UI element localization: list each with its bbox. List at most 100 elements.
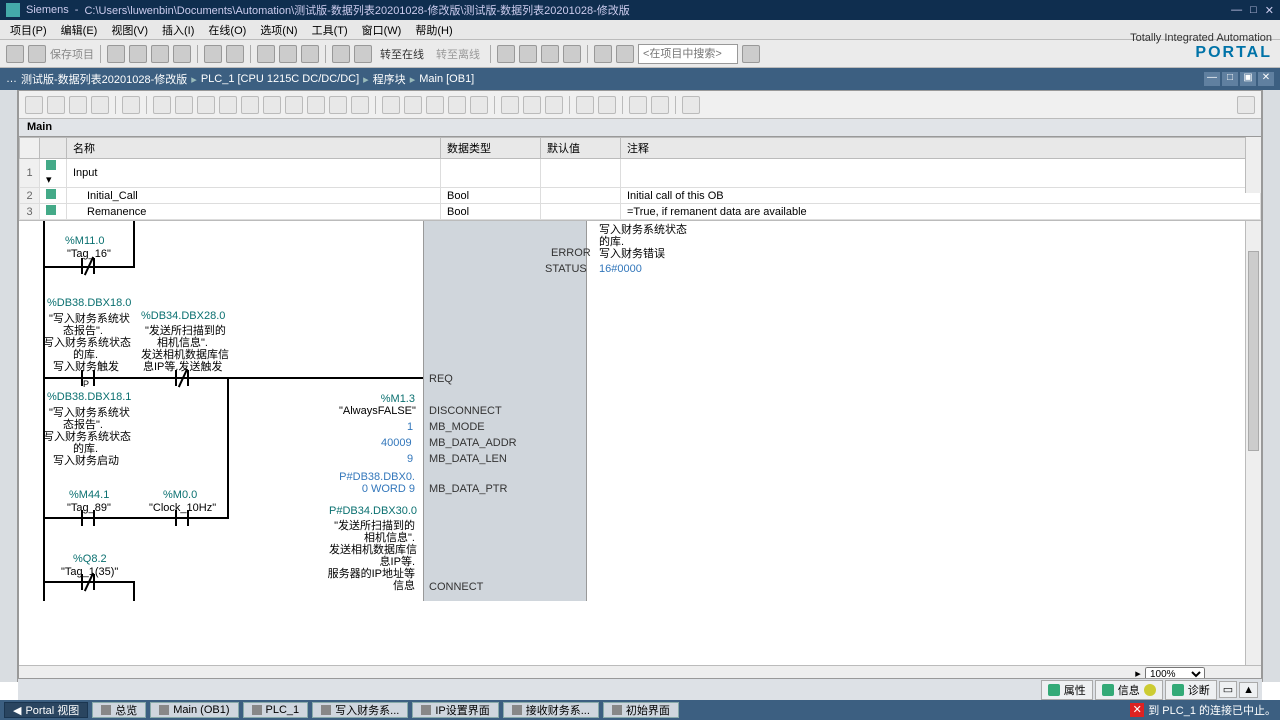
et-icon[interactable] <box>91 96 109 114</box>
delete-icon[interactable] <box>173 45 191 63</box>
menu-edit[interactable]: 编辑(E) <box>55 20 104 40</box>
table-row[interactable]: 3 Remanence Bool =True, if remanent data… <box>20 204 1261 220</box>
et-icon[interactable] <box>426 96 444 114</box>
menu-view[interactable]: 视图(V) <box>105 20 154 40</box>
portal-view-button[interactable]: ◀ Portal 视图 <box>4 702 88 718</box>
et-icon[interactable] <box>175 96 193 114</box>
task-overview[interactable]: 总览 <box>92 702 146 718</box>
col-comment[interactable]: 注释 <box>621 138 1261 159</box>
project-search-input[interactable] <box>638 44 738 64</box>
nc-contact[interactable] <box>175 370 189 386</box>
inspector-collapse-button[interactable]: ▭ <box>1219 681 1237 698</box>
et-icon[interactable] <box>448 96 466 114</box>
upload-icon[interactable] <box>301 45 319 63</box>
undo-icon[interactable] <box>204 45 222 63</box>
et-icon[interactable] <box>285 96 303 114</box>
et-icon[interactable] <box>576 96 594 114</box>
go-offline-button[interactable]: 转至离线 <box>432 46 484 62</box>
min-button[interactable]: — <box>1231 4 1242 17</box>
col-name[interactable]: 名称 <box>67 138 441 159</box>
paste-icon[interactable] <box>151 45 169 63</box>
nc-contact[interactable] <box>81 258 95 274</box>
editor-max-button[interactable]: ▣ <box>1240 72 1256 86</box>
et-expand-icon[interactable] <box>1237 96 1255 114</box>
crumb-plc[interactable]: PLC_1 [CPU 1215C DC/DC/DC] <box>201 73 359 85</box>
task-plc1[interactable]: PLC_1 <box>243 702 309 718</box>
new-project-icon[interactable] <box>6 45 24 63</box>
nc-contact[interactable] <box>81 574 95 590</box>
go-online-button[interactable]: 转至在线 <box>376 46 428 62</box>
editor-close-button[interactable]: ✕ <box>1258 72 1274 86</box>
editor-vscroll[interactable] <box>1245 221 1261 665</box>
open-project-icon[interactable] <box>28 45 46 63</box>
task-item[interactable]: IP设置界面 <box>412 702 498 718</box>
tb-cancel-icon[interactable] <box>563 45 581 63</box>
no-contact[interactable] <box>81 510 95 526</box>
no-contact[interactable] <box>175 510 189 526</box>
menu-options[interactable]: 选项(N) <box>254 20 303 40</box>
close-button[interactable]: ✕ <box>1265 4 1274 17</box>
et-icon[interactable] <box>219 96 237 114</box>
et-icon[interactable] <box>598 96 616 114</box>
et-icon[interactable] <box>523 96 541 114</box>
crumb-main[interactable]: Main [OB1] <box>419 73 474 85</box>
et-icon[interactable] <box>263 96 281 114</box>
tab-diagnostics[interactable]: 诊断 <box>1165 680 1217 700</box>
et-icon[interactable] <box>501 96 519 114</box>
et-icon[interactable] <box>470 96 488 114</box>
compile-icon[interactable] <box>257 45 275 63</box>
crumb-blocks[interactable]: 程序块 <box>373 71 406 87</box>
task-item[interactable]: 写入财务系... <box>312 702 408 718</box>
copy-icon[interactable] <box>129 45 147 63</box>
cut-icon[interactable] <box>107 45 125 63</box>
table-row[interactable]: 1▾ Input <box>20 159 1261 188</box>
menu-window[interactable]: 窗口(W) <box>356 20 408 40</box>
start-icon[interactable] <box>354 45 372 63</box>
task-item[interactable]: 接收财务系... <box>503 702 599 718</box>
col-default[interactable]: 默认值 <box>541 138 621 159</box>
save-project-button[interactable]: 保存项目 <box>50 46 94 62</box>
tb-icon-4[interactable] <box>594 45 612 63</box>
et-icon[interactable] <box>25 96 43 114</box>
search-go-icon[interactable] <box>742 45 760 63</box>
task-main-ob1[interactable]: Main (OB1) <box>150 702 238 718</box>
tb-icon-2[interactable] <box>519 45 537 63</box>
network-canvas[interactable]: %M11.0 "Tag_16" %DB38.DBX18.0 "写入财务系统状 态… <box>19 221 1245 665</box>
tab-properties[interactable]: 属性 <box>1041 680 1093 700</box>
redo-icon[interactable] <box>226 45 244 63</box>
et-icon[interactable] <box>545 96 563 114</box>
et-icon[interactable] <box>69 96 87 114</box>
tb-icon-5[interactable] <box>616 45 634 63</box>
menu-help[interactable]: 帮助(H) <box>409 20 458 40</box>
crumb-project[interactable]: 测试版-数据列表20201028-修改版 <box>21 71 187 87</box>
interface-vscroll[interactable] <box>1245 137 1261 193</box>
et-icon[interactable] <box>382 96 400 114</box>
et-icon[interactable] <box>153 96 171 114</box>
tab-info[interactable]: 信息 <box>1095 680 1163 700</box>
editor-min-button[interactable]: — <box>1204 72 1220 86</box>
tb-icon-1[interactable] <box>497 45 515 63</box>
max-button[interactable]: □ <box>1250 4 1257 17</box>
start-sim-icon[interactable] <box>332 45 350 63</box>
left-collapsed-panel[interactable] <box>0 90 18 682</box>
menu-tools[interactable]: 工具(T) <box>306 20 354 40</box>
tb-icon-3[interactable] <box>541 45 559 63</box>
download-icon[interactable] <box>279 45 297 63</box>
et-icon[interactable] <box>404 96 422 114</box>
et-icon[interactable] <box>351 96 369 114</box>
task-item[interactable]: 初始界面 <box>603 702 679 718</box>
right-collapsed-panel[interactable] <box>1262 90 1280 682</box>
editor-float-button[interactable]: □ <box>1222 72 1238 86</box>
et-icon[interactable] <box>122 96 140 114</box>
et-icon[interactable] <box>241 96 259 114</box>
col-type[interactable]: 数据类型 <box>441 138 541 159</box>
menu-insert[interactable]: 插入(I) <box>156 20 200 40</box>
et-icon[interactable] <box>47 96 65 114</box>
et-icon[interactable] <box>629 96 647 114</box>
menu-online[interactable]: 在线(O) <box>202 20 252 40</box>
table-row[interactable]: 2 Initial_Call Bool Initial call of this… <box>20 188 1261 204</box>
et-icon[interactable] <box>682 96 700 114</box>
inspector-expand-button[interactable]: ▲ <box>1239 682 1258 698</box>
et-icon[interactable] <box>307 96 325 114</box>
menu-project[interactable]: 项目(P) <box>4 20 53 40</box>
